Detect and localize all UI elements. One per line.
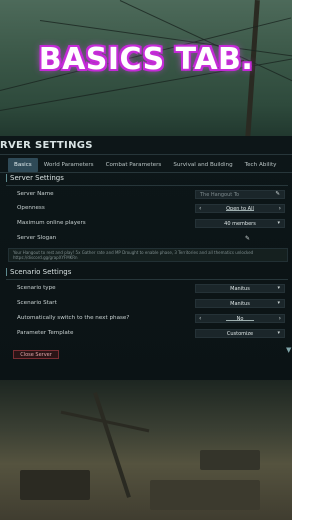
tab-basics[interactable]: Basics <box>8 158 38 172</box>
scenario-start-label: Scenario Start <box>17 300 57 306</box>
row-auto-switch: Automatically switch to the next phase? … <box>8 314 288 324</box>
parameter-template-label: Parameter Template <box>17 330 74 336</box>
value-underline <box>226 320 254 321</box>
row-scenario-type: Scenario type Manitus ▾ <box>8 284 288 294</box>
tab-tech-ability[interactable]: Tech Ability <box>239 158 283 172</box>
close-server-button[interactable]: Close Server <box>13 350 59 359</box>
parameter-template-value: Customize <box>226 331 254 337</box>
scenario-type-value: Manitus <box>230 286 250 292</box>
scenario-type-label: Scenario type <box>17 285 56 291</box>
chevron-down-icon: ▾ <box>277 285 280 291</box>
server-slogan-label: Server Slogan <box>17 235 57 241</box>
edit-icon[interactable]: ✎ <box>245 235 250 242</box>
openness-value: Open to All <box>226 206 254 212</box>
server-name-input[interactable]: The Hangout To ✎ <box>195 190 285 199</box>
openness-selector[interactable]: ‹ Open to All › <box>195 204 285 213</box>
auto-switch-value: No <box>236 316 244 322</box>
section-divider <box>6 185 288 186</box>
server-name-label: Server Name <box>17 191 54 197</box>
arrow-icon: ▼ <box>286 346 292 354</box>
value-underline <box>226 210 254 211</box>
max-players-label: Maximum online players <box>17 220 86 226</box>
video-caption: BASICS TAB. <box>38 42 254 77</box>
scenario-type-dropdown[interactable]: Manitus ▾ <box>195 284 285 293</box>
tab-combat-parameters[interactable]: Combat Parameters <box>100 158 168 172</box>
row-openness: Openness ‹ Open to All › <box>8 204 288 214</box>
settings-tabs: Basics World Parameters Combat Parameter… <box>8 158 283 172</box>
max-players-dropdown[interactable]: 40 members ▾ <box>195 219 285 228</box>
section-title-server: Server Settings <box>10 174 64 182</box>
chevron-right-icon[interactable]: › <box>279 315 281 322</box>
chevron-right-icon[interactable]: › <box>279 205 281 212</box>
tab-survival-building[interactable]: Survival and Building <box>167 158 238 172</box>
pencil-icon[interactable]: ✎ <box>275 191 280 197</box>
background-scene-bottom <box>0 380 292 520</box>
server-settings-panel: RVER SETTINGS Basics World Parameters Co… <box>0 136 292 382</box>
parameter-template-dropdown[interactable]: Customize ▾ <box>195 329 285 338</box>
section-marker <box>6 174 7 182</box>
chevron-down-icon: ▾ <box>277 300 280 306</box>
row-parameter-template: Parameter Template Customize ▾ <box>8 329 288 339</box>
tabs-divider <box>0 172 292 173</box>
server-slogan-value: Your Hangout to rest and play! 5x Gather… <box>13 250 254 260</box>
auto-switch-label: Automatically switch to the next phase? <box>17 315 130 321</box>
row-max-players: Maximum online players 40 members ▾ <box>8 219 288 229</box>
tab-world-parameters[interactable]: World Parameters <box>38 158 100 172</box>
scenario-start-value: Manitus <box>230 301 250 307</box>
section-marker <box>6 268 7 276</box>
server-name-placeholder: The Hangout To <box>200 192 240 198</box>
row-scenario-start: Scenario Start Manitus ▾ <box>8 299 288 309</box>
scenario-start-dropdown[interactable]: Manitus ▾ <box>195 299 285 308</box>
section-title-scenario: Scenario Settings <box>10 268 72 276</box>
max-players-value: 40 members <box>224 221 256 227</box>
row-server-slogan: Server Slogan ✎ <box>8 234 288 244</box>
title-divider <box>0 154 292 155</box>
row-server-name: Server Name The Hangout To ✎ <box>8 190 288 200</box>
auto-switch-selector[interactable]: ‹ No › <box>195 314 285 323</box>
chevron-down-icon: ▾ <box>277 220 280 226</box>
chevron-down-icon: ▾ <box>277 330 280 336</box>
server-slogan-text[interactable]: Your Hangout to rest and play! 5x Gather… <box>8 248 288 262</box>
section-divider <box>6 279 288 280</box>
openness-label: Openness <box>17 205 45 211</box>
panel-title: RVER SETTINGS <box>0 140 93 151</box>
